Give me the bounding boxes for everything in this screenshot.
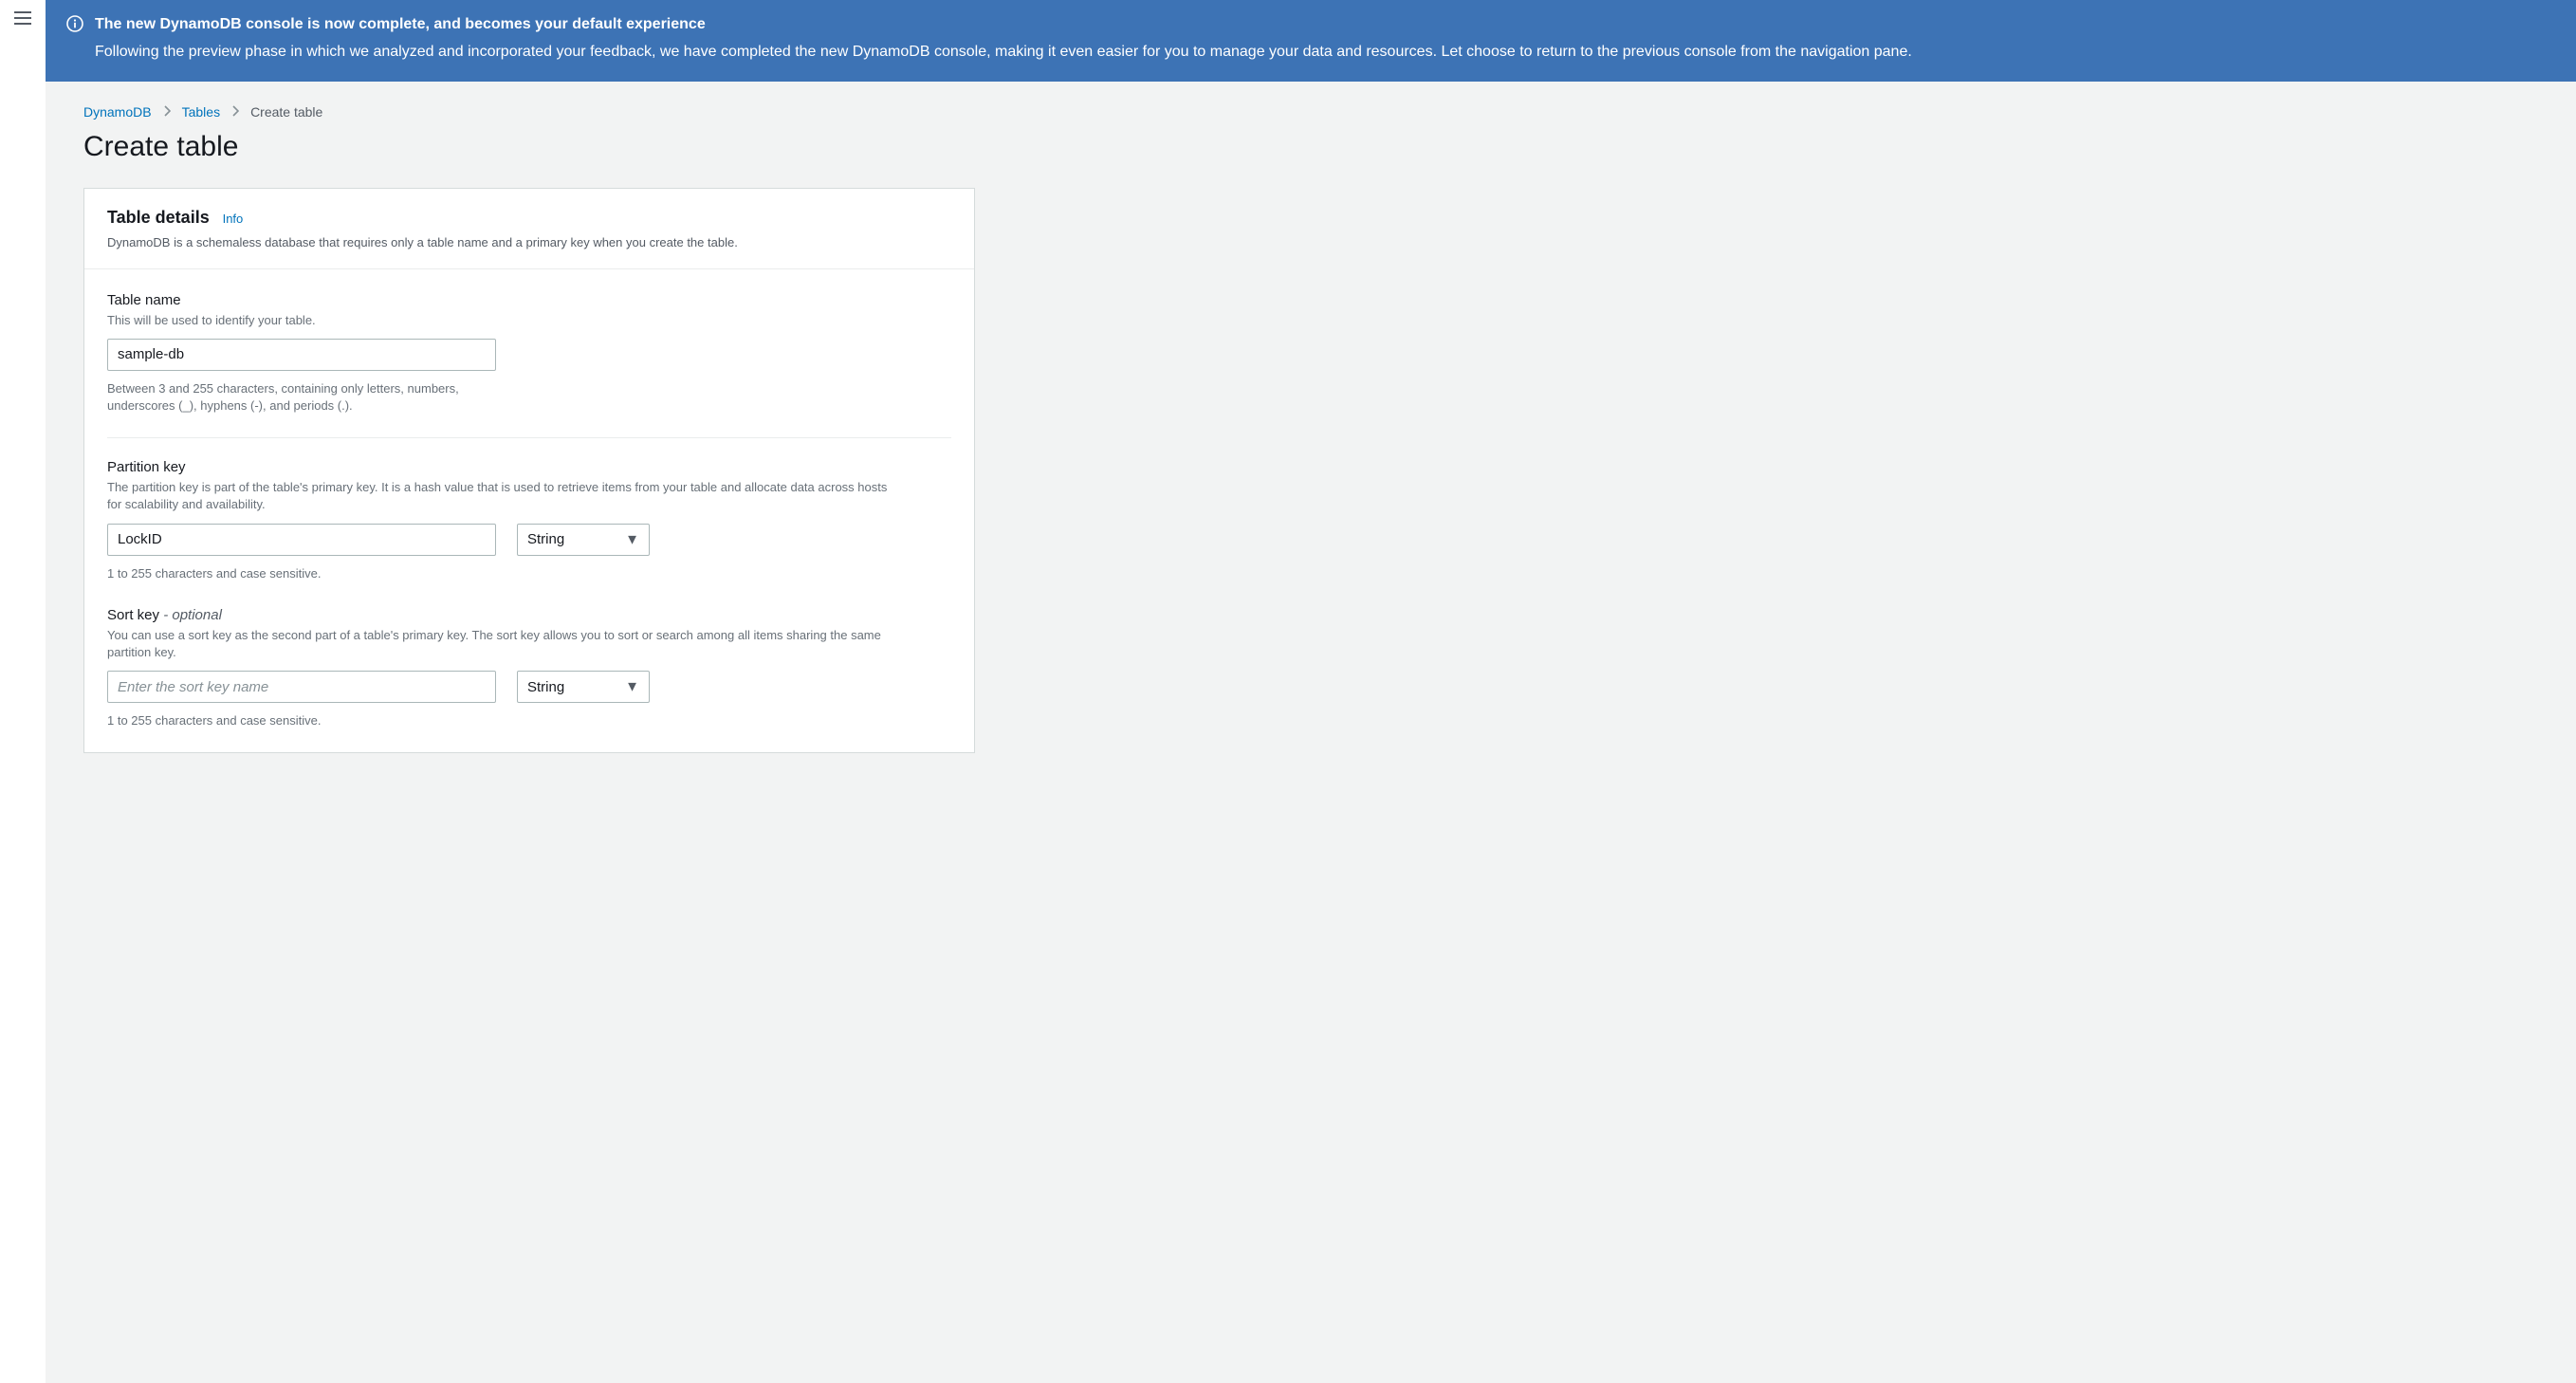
table-name-desc: This will be used to identify your table… — [107, 312, 894, 329]
caret-down-icon: ▼ — [625, 679, 639, 695]
partition-key-desc: The partition key is part of the table's… — [107, 479, 894, 513]
sort-key-label: Sort key - optional — [107, 607, 951, 623]
info-icon — [66, 15, 83, 39]
partition-key-label: Partition key — [107, 459, 951, 475]
partition-key-type-select[interactable]: String ▼ — [517, 524, 650, 556]
menu-icon[interactable] — [14, 11, 31, 25]
sort-key-type-select[interactable]: String ▼ — [517, 671, 650, 703]
chevron-right-icon — [231, 104, 239, 120]
sort-key-input[interactable] — [107, 671, 496, 703]
partition-key-constraint: 1 to 255 characters and case sensitive. — [107, 565, 496, 582]
breadcrumb-tables[interactable]: Tables — [182, 104, 220, 120]
card-heading: Table details — [107, 208, 210, 227]
breadcrumb-root[interactable]: DynamoDB — [83, 104, 152, 120]
partition-key-field: Partition key The partition key is part … — [107, 459, 951, 582]
console-banner: The new DynamoDB console is now complete… — [46, 0, 2576, 82]
card-subheading: DynamoDB is a schemaless database that r… — [107, 235, 951, 249]
sort-key-constraint: 1 to 255 characters and case sensitive. — [107, 712, 496, 729]
breadcrumb: DynamoDB Tables Create table — [83, 104, 975, 120]
table-name-field: Table name This will be used to identify… — [107, 292, 951, 415]
partition-key-input[interactable] — [107, 524, 496, 556]
breadcrumb-current: Create table — [250, 104, 322, 120]
sort-key-desc: You can use a sort key as the second par… — [107, 627, 894, 661]
page-title: Create table — [83, 131, 975, 163]
partition-key-type-value: String — [527, 531, 564, 547]
table-name-label: Table name — [107, 292, 951, 308]
sort-key-type-value: String — [527, 679, 564, 695]
table-name-input[interactable] — [107, 339, 496, 371]
caret-down-icon: ▼ — [625, 531, 639, 547]
table-name-constraint: Between 3 and 255 characters, containing… — [107, 380, 496, 415]
chevron-right-icon — [163, 104, 171, 120]
banner-title: The new DynamoDB console is now complete… — [95, 13, 1912, 37]
banner-body: Following the preview phase in which we … — [95, 41, 1912, 65]
table-details-card: Table details Info DynamoDB is a schemal… — [83, 188, 975, 754]
sort-key-field: Sort key - optional You can use a sort k… — [107, 607, 951, 730]
divider — [107, 437, 951, 438]
info-link[interactable]: Info — [223, 212, 244, 226]
